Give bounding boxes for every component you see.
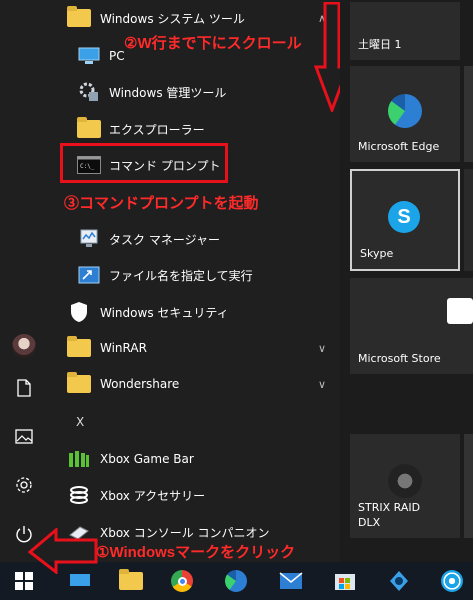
folder-icon	[66, 5, 92, 31]
annotation-step2: ②W行まで下にスクロール	[124, 35, 302, 52]
edge-tile-label: Microsoft Edge	[358, 140, 440, 153]
list-item-windows-security[interactable]: Windows セキュリティ	[48, 292, 340, 332]
list-item-label: エクスプローラー	[109, 122, 205, 137]
store-tile-label: Microsoft Store	[358, 352, 441, 365]
calendar-tile-label: 土曜日 1	[358, 38, 402, 51]
strix-raid-tile-label: STRIX RAID DLX	[358, 501, 421, 529]
list-item-label: Xbox アクセサリー	[100, 488, 206, 503]
section-letter: X	[76, 415, 85, 429]
store-tile[interactable]: Microsoft Store	[350, 278, 473, 374]
list-item-label: Xbox Game Bar	[100, 452, 194, 466]
photos-tile-partial[interactable]	[464, 66, 473, 162]
shield-icon	[66, 299, 92, 325]
list-item-label: PC	[109, 49, 125, 63]
folder-icon	[66, 335, 92, 361]
start-left-rail	[0, 0, 48, 562]
skype-tile[interactable]: S Skype	[350, 169, 460, 271]
partial-tile-right[interactable]	[464, 434, 473, 538]
list-item-label: Wondershare	[100, 377, 180, 391]
list-item-winrar[interactable]: WinRAR ∨	[48, 328, 340, 368]
list-item-task-manager[interactable]: タスク マネージャー	[48, 219, 340, 259]
calendar-tile[interactable]: 土曜日 1	[350, 2, 460, 60]
pictures-icon[interactable]	[0, 412, 48, 460]
strix-raid-icon	[388, 464, 422, 498]
task-manager-icon	[76, 226, 102, 252]
list-item-windows-admin-tools[interactable]: Windows 管理ツール	[48, 72, 340, 112]
annotation-step1: ①Windowsマークをクリック	[96, 544, 296, 561]
section-letter-x[interactable]: X	[48, 402, 340, 442]
annotation-step3: ③コマンドプロンプトを起動	[64, 195, 259, 212]
chevron-down-icon: ∨	[317, 377, 326, 391]
list-item-label: タスク マネージャー	[109, 232, 220, 247]
list-item-label: Windows システム ツール	[100, 11, 245, 26]
list-item-label: Xbox コンソール コンパニオン	[100, 525, 270, 540]
tiles-area: 土曜日 1 Microsoft Edge S Skype Microsoft S…	[340, 0, 473, 562]
admin-tools-icon	[76, 79, 102, 105]
store-icon	[447, 298, 473, 324]
document-icon[interactable]	[0, 364, 48, 412]
partial-tile[interactable]	[464, 169, 473, 271]
strix-raid-tile[interactable]: STRIX RAID DLX	[350, 434, 460, 538]
list-item-label: Windows 管理ツール	[109, 85, 227, 100]
list-item-wondershare[interactable]: Wondershare ∨	[48, 364, 340, 404]
spiral-app-icon[interactable]	[438, 567, 466, 595]
edge-tile[interactable]: Microsoft Edge	[350, 66, 460, 162]
settings-icon[interactable]	[0, 461, 48, 509]
xbox-accessories-icon	[66, 482, 92, 508]
file-explorer-icon[interactable]	[117, 567, 145, 595]
run-icon	[76, 262, 102, 288]
edge-icon[interactable]	[222, 567, 250, 595]
file-explorer-icon	[76, 116, 102, 142]
folder-icon	[66, 371, 92, 397]
list-item-label: ファイル名を指定して実行	[109, 268, 253, 283]
user-avatar-icon[interactable]	[0, 322, 48, 370]
mail-icon[interactable]	[277, 567, 305, 595]
store-icon[interactable]	[331, 567, 359, 595]
skype-tile-label: Skype	[360, 247, 394, 260]
edge-icon	[388, 94, 422, 128]
app-list: Windows システム ツール ∧ PC Windows 管理ツール エクスプ…	[48, 0, 340, 562]
list-item-xbox-accessories[interactable]: Xbox アクセサリー	[48, 475, 340, 515]
highlight-box-command-prompt	[60, 143, 228, 183]
start-arrow-annotation	[28, 528, 98, 574]
xbox-game-bar-icon	[66, 446, 92, 472]
chevron-down-icon: ∨	[317, 341, 326, 355]
chrome-icon[interactable]	[168, 567, 196, 595]
pc-icon	[76, 43, 102, 69]
list-item-xbox-game-bar[interactable]: Xbox Game Bar	[48, 439, 340, 479]
list-item-label: Windows セキュリティ	[100, 305, 229, 320]
skype-icon: S	[388, 201, 420, 233]
app-icon[interactable]	[385, 567, 413, 595]
list-item-run[interactable]: ファイル名を指定して実行	[48, 255, 340, 295]
list-item-label: WinRAR	[100, 341, 147, 355]
